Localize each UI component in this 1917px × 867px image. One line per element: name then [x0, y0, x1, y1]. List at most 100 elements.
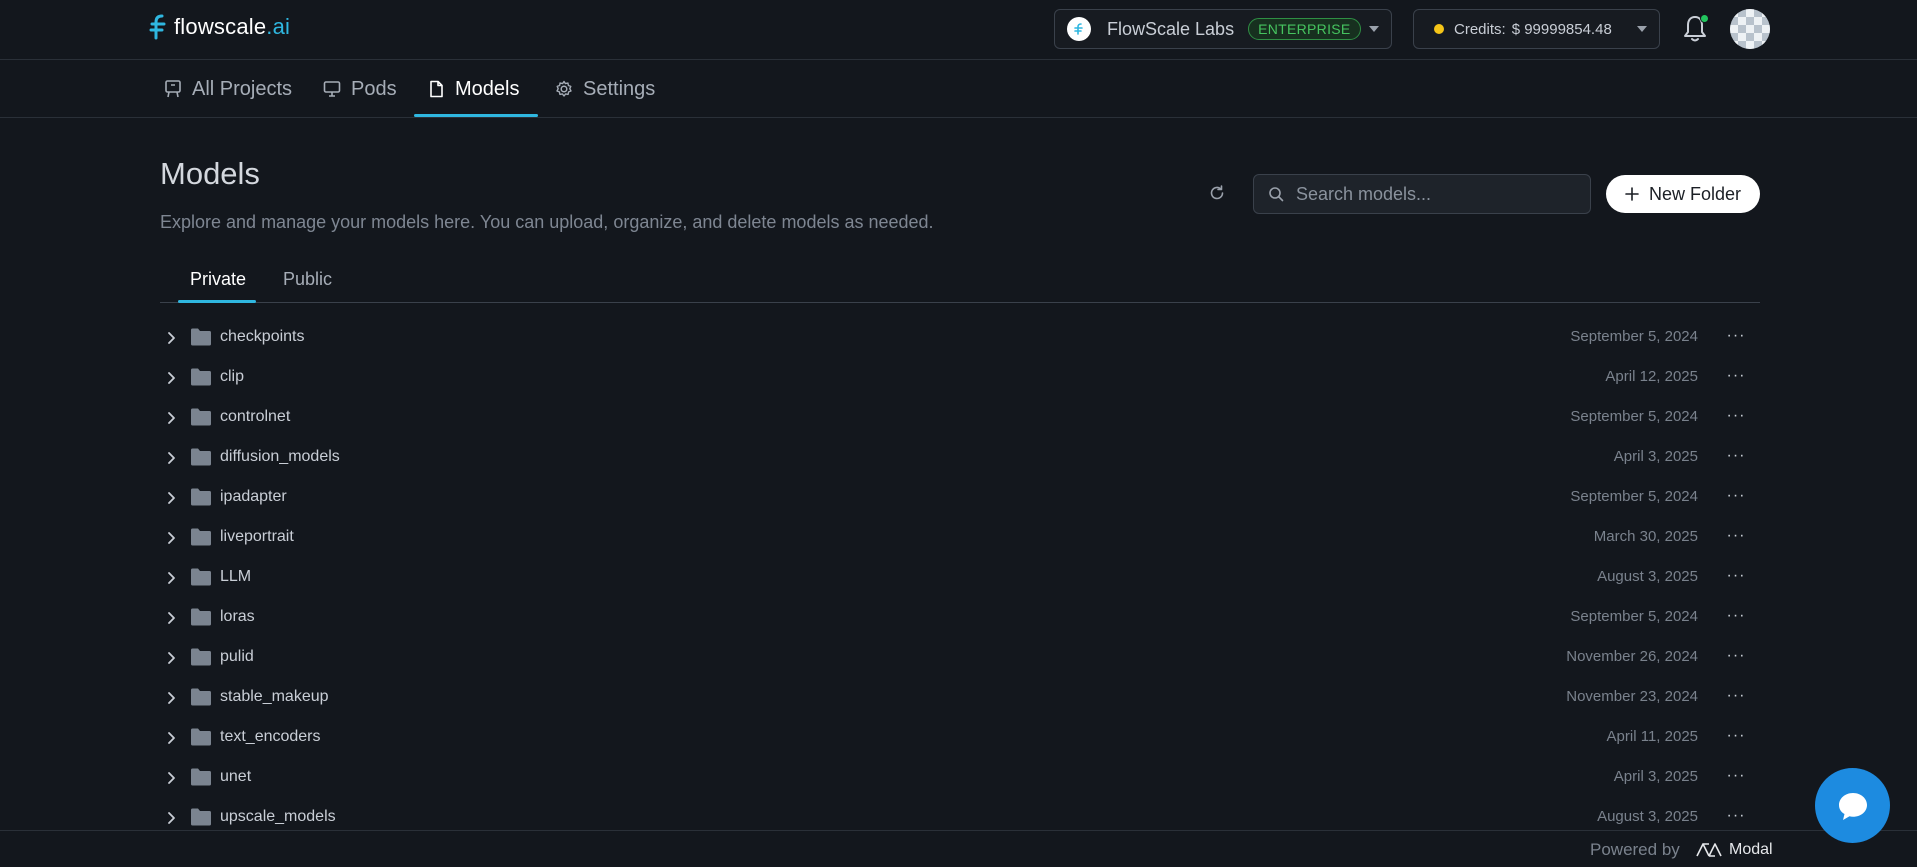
more-options-icon[interactable]: ··· — [1724, 404, 1748, 428]
chevron-right-icon[interactable] — [164, 570, 178, 586]
chat-widget-button[interactable] — [1815, 768, 1890, 843]
nav-label: All Projects — [192, 77, 293, 100]
refresh-icon[interactable] — [1208, 184, 1226, 202]
file-icon — [430, 80, 443, 98]
chevron-down-icon — [1369, 26, 1379, 32]
folder-icon — [191, 408, 211, 426]
flowscale-logo-icon — [149, 14, 166, 40]
folder-row[interactable]: controlnet September 5, 2024 ··· — [160, 398, 1760, 438]
more-options-icon[interactable]: ··· — [1724, 604, 1748, 628]
folder-row[interactable]: checkpoints September 5, 2024 ··· — [160, 318, 1760, 358]
chat-bubble-icon — [1838, 792, 1867, 820]
tab-private[interactable]: Private — [190, 269, 246, 290]
folder-name[interactable]: liveportrait — [220, 528, 294, 546]
more-options-icon[interactable]: ··· — [1724, 724, 1748, 748]
folder-row[interactable]: pulid November 26, 2024 ··· — [160, 638, 1760, 678]
folder-icon — [191, 448, 211, 466]
folder-date: November 26, 2024 — [1566, 648, 1698, 665]
logo-text: flowscale.ai — [174, 14, 291, 39]
folder-name[interactable]: pulid — [220, 648, 254, 666]
notification-dot — [1700, 14, 1709, 23]
chevron-right-icon[interactable] — [164, 810, 178, 826]
folder-name[interactable]: text_encoders — [220, 728, 321, 746]
folder-row[interactable]: clip April 12, 2025 ··· — [160, 358, 1760, 398]
chevron-right-icon[interactable] — [164, 330, 178, 346]
search-box — [1253, 174, 1591, 214]
folder-row[interactable]: diffusion_models April 3, 2025 ··· — [160, 438, 1760, 478]
more-options-icon[interactable]: ··· — [1724, 644, 1748, 668]
folder-name[interactable]: diffusion_models — [220, 448, 340, 466]
folder-name[interactable]: unet — [220, 768, 251, 786]
more-options-icon[interactable]: ··· — [1724, 684, 1748, 708]
gear-icon — [556, 80, 572, 97]
board-icon — [165, 80, 181, 98]
more-options-icon[interactable]: ··· — [1724, 804, 1748, 828]
folder-row[interactable]: unet April 3, 2025 ··· — [160, 758, 1760, 798]
folder-row[interactable]: loras September 5, 2024 ··· — [160, 598, 1760, 638]
chevron-right-icon[interactable] — [164, 610, 178, 626]
folder-name[interactable]: ipadapter — [220, 488, 287, 506]
folder-icon — [191, 568, 211, 586]
new-folder-button[interactable]: New Folder — [1606, 175, 1760, 213]
chevron-right-icon[interactable] — [164, 490, 178, 506]
folder-name[interactable]: LLM — [220, 568, 251, 586]
folder-row[interactable]: stable_makeup November 23, 2024 ··· — [160, 678, 1760, 718]
folder-icon — [191, 768, 211, 786]
folder-row[interactable]: liveportrait March 30, 2025 ··· — [160, 518, 1760, 558]
more-options-icon[interactable]: ··· — [1724, 764, 1748, 788]
credits-label: Credits: — [1454, 20, 1506, 38]
more-options-icon[interactable]: ··· — [1724, 524, 1748, 548]
more-options-icon[interactable]: ··· — [1724, 564, 1748, 588]
credits-selector[interactable]: Credits: $ 99999854.48 — [1413, 9, 1660, 49]
folder-icon — [191, 368, 211, 386]
nav-active-indicator — [414, 114, 538, 117]
nav-all-projects[interactable]: All Projects — [164, 60, 292, 118]
user-avatar[interactable] — [1730, 9, 1770, 49]
folder-name[interactable]: clip — [220, 368, 244, 386]
powered-by-text: Powered by — [1590, 840, 1680, 859]
more-options-icon[interactable]: ··· — [1724, 324, 1748, 348]
page-title: Models — [160, 156, 260, 191]
nav-pods[interactable]: Pods — [323, 60, 397, 118]
plan-badge: ENTERPRISE — [1248, 18, 1361, 40]
folder-name[interactable]: loras — [220, 608, 255, 626]
folder-date: August 3, 2025 — [1597, 808, 1698, 825]
folder-icon — [191, 608, 211, 626]
chevron-right-icon[interactable] — [164, 450, 178, 466]
more-options-icon[interactable]: ··· — [1724, 364, 1748, 388]
footer: Powered by Modal — [0, 830, 1917, 867]
modal-brand[interactable]: Modal — [1695, 841, 1773, 859]
search-input[interactable] — [1296, 183, 1576, 205]
nav-models[interactable]: Models — [427, 60, 519, 118]
tab-public[interactable]: Public — [283, 269, 332, 290]
folder-row[interactable]: text_encoders April 11, 2025 ··· — [160, 718, 1760, 758]
folder-name[interactable]: checkpoints — [220, 328, 305, 346]
folder-name[interactable]: stable_makeup — [220, 688, 329, 706]
folder-date: August 3, 2025 — [1597, 568, 1698, 585]
chevron-right-icon[interactable] — [164, 650, 178, 666]
org-avatar-icon — [1067, 17, 1091, 41]
folder-icon — [191, 728, 211, 746]
top-bar: flowscale.ai FlowScale Labs ENTERPRISE C… — [0, 0, 1917, 60]
chevron-right-icon[interactable] — [164, 370, 178, 386]
app-logo[interactable]: flowscale.ai — [148, 14, 290, 40]
folder-date: September 5, 2024 — [1570, 328, 1698, 345]
chevron-right-icon[interactable] — [164, 530, 178, 546]
chevron-right-icon[interactable] — [164, 410, 178, 426]
more-options-icon[interactable]: ··· — [1724, 484, 1748, 508]
org-selector[interactable]: FlowScale Labs ENTERPRISE — [1054, 9, 1392, 49]
chevron-right-icon[interactable] — [164, 730, 178, 746]
nav-settings[interactable]: Settings — [555, 60, 655, 118]
folder-name[interactable]: upscale_models — [220, 808, 336, 826]
folder-row[interactable]: ipadapter September 5, 2024 ··· — [160, 478, 1760, 518]
more-options-icon[interactable]: ··· — [1724, 444, 1748, 468]
folder-name[interactable]: controlnet — [220, 408, 290, 426]
folder-row[interactable]: LLM August 3, 2025 ··· — [160, 558, 1760, 598]
chevron-right-icon[interactable] — [164, 770, 178, 786]
folder-icon — [191, 808, 211, 826]
modal-brand-text: Modal — [1729, 841, 1773, 858]
visibility-tabs: Private Public — [160, 258, 1760, 303]
nav-label: Models — [455, 77, 520, 100]
chevron-right-icon[interactable] — [164, 690, 178, 706]
monitor-icon — [323, 81, 341, 97]
